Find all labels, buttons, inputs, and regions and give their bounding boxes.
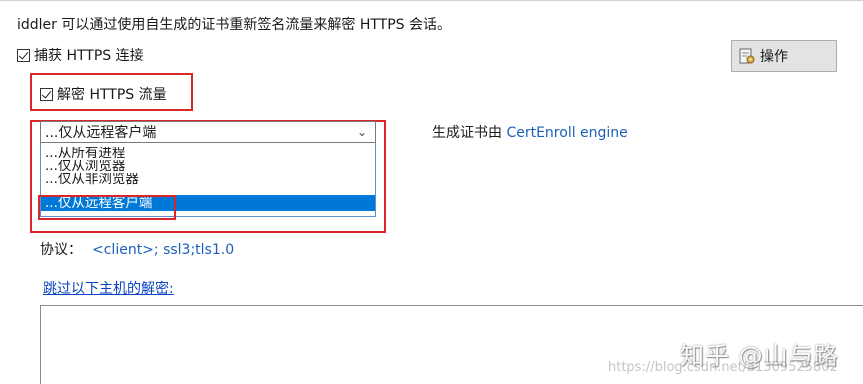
protocols-row: 协议： <client>; ssl3;tls1.0 — [40, 239, 234, 259]
action-button-label: 操作 — [760, 49, 788, 65]
certificate-action-icon — [739, 48, 755, 64]
option-non-browsers-only[interactable]: ...仅从非浏览器 — [41, 173, 375, 186]
capture-https-option[interactable]: 捕获 HTTPS 连接 — [17, 45, 144, 65]
decrypt-https-checkbox[interactable] — [40, 87, 53, 101]
option-all-processes[interactable]: ...从所有进程 — [41, 147, 375, 160]
cert-generator-link[interactable]: CertEnroll engine — [506, 125, 627, 141]
remote-option-highlight-box — [38, 195, 176, 220]
skip-hosts-link[interactable]: 跳过以下主机的解密: — [43, 278, 174, 298]
watermark-url: https://blog.csdn.net/a1309525802 — [608, 360, 838, 375]
action-button[interactable]: 操作 — [731, 40, 837, 72]
protocols-label: 协议： — [40, 242, 82, 258]
decrypt-https-label: 解密 HTTPS 流量 — [57, 87, 167, 103]
top-divider — [0, 0, 863, 1]
chevron-down-icon[interactable]: ⌄ — [357, 125, 367, 139]
intro-text: iddler 可以通过使用自生成的证书重新签名流量来解密 HTTPS 会话。 — [17, 17, 451, 33]
traffic-source-select[interactable]: ...仅从远程客户端 ⌄ — [40, 121, 376, 143]
decrypt-https-option[interactable]: 解密 HTTPS 流量 — [40, 84, 167, 104]
cert-generator-info: 生成证书由 CertEnroll engine — [432, 122, 628, 142]
protocols-value[interactable]: <client>; ssl3;tls1.0 — [92, 242, 234, 258]
capture-https-label: 捕获 HTTPS 连接 — [34, 48, 144, 64]
cert-generator-prefix: 生成证书由 — [432, 125, 502, 141]
traffic-source-selected: ...仅从远程客户端 — [45, 125, 157, 141]
option-browsers-only[interactable]: ...仅从浏览器 — [41, 160, 375, 173]
capture-https-checkbox[interactable] — [17, 48, 30, 62]
